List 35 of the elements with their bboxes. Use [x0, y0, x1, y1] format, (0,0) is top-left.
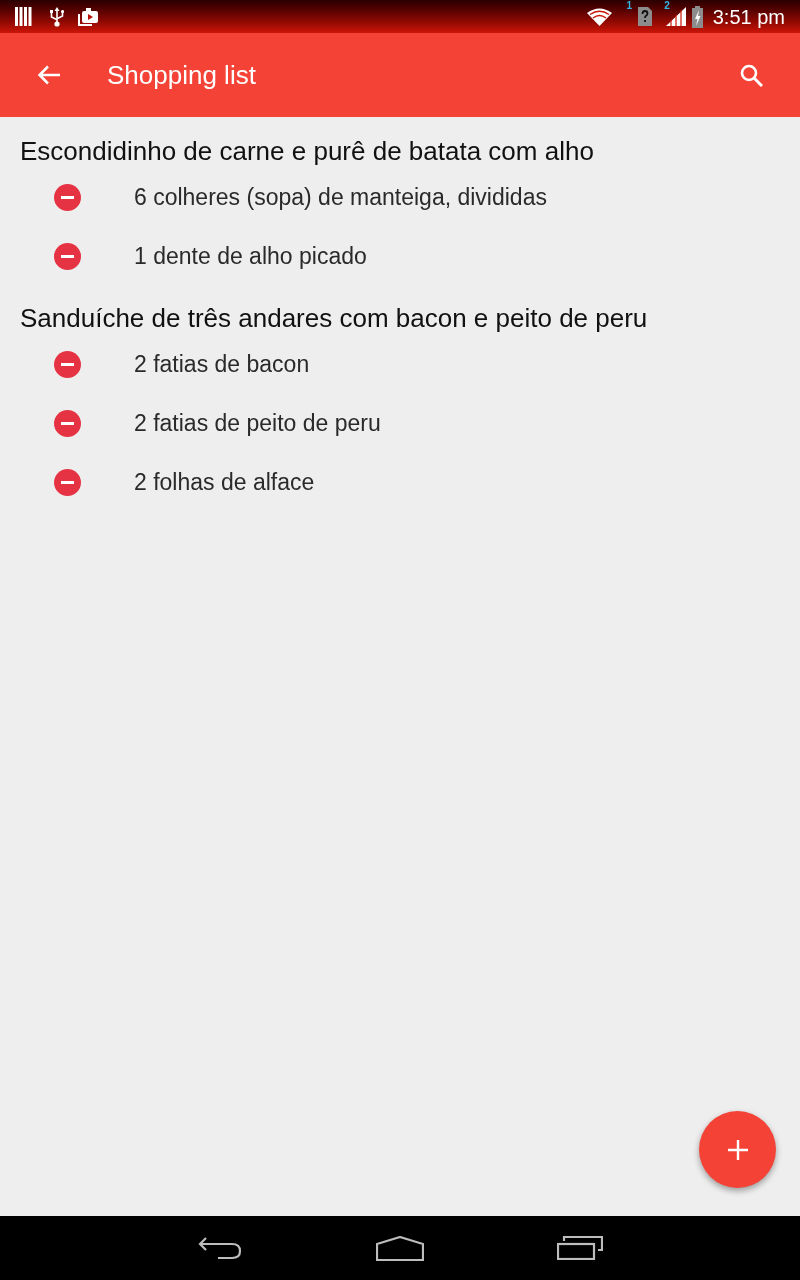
- search-icon: [739, 63, 763, 87]
- recents-nav-icon: [557, 1236, 603, 1260]
- sim-slot-label: 1: [626, 1, 633, 11]
- remove-item-button[interactable]: [54, 184, 81, 211]
- remove-item-button[interactable]: [54, 469, 81, 496]
- remove-item-button[interactable]: [54, 410, 81, 437]
- status-time: 3:51 pm: [712, 6, 785, 27]
- minus-icon: [61, 481, 74, 484]
- shopping-bag-icon: [78, 7, 98, 26]
- minus-icon: [61, 196, 74, 199]
- signal-icon: [665, 7, 686, 26]
- add-button[interactable]: [699, 1111, 776, 1188]
- ingredient-text: 2 folhas de alface: [134, 468, 315, 498]
- home-nav-icon: [376, 1235, 424, 1261]
- app-bar-title: Shopping list: [107, 58, 256, 92]
- usb-icon: [50, 6, 64, 27]
- ingredient-text: 1 dente de alho picado: [134, 242, 367, 272]
- recipe-title: Escondidinho de carne e purê de batata com alho: [19, 135, 595, 168]
- minus-icon: [61, 255, 74, 258]
- wifi-icon: [586, 7, 612, 26]
- plus-icon: [727, 1139, 748, 1160]
- bars-icon: [15, 7, 32, 26]
- battery-charging-icon: [691, 5, 703, 28]
- recipe-title: Sanduíche de três andares com bacon e peito de peru: [19, 302, 649, 335]
- minus-icon: [61, 422, 74, 425]
- sim-card-icon: [638, 7, 653, 26]
- back-arrow-icon: [38, 65, 60, 85]
- ingredient-text: 2 fatias de peito de peru: [134, 409, 381, 439]
- ingredient-text: 6 colheres (sopa) de manteiga, divididas: [134, 183, 547, 213]
- ingredient-text: 2 fatias de bacon: [134, 350, 310, 380]
- sim-slot-label: 2: [664, 1, 670, 11]
- remove-item-button[interactable]: [54, 243, 81, 270]
- minus-icon: [61, 363, 74, 366]
- remove-item-button[interactable]: [54, 351, 81, 378]
- back-nav-icon: [198, 1236, 242, 1260]
